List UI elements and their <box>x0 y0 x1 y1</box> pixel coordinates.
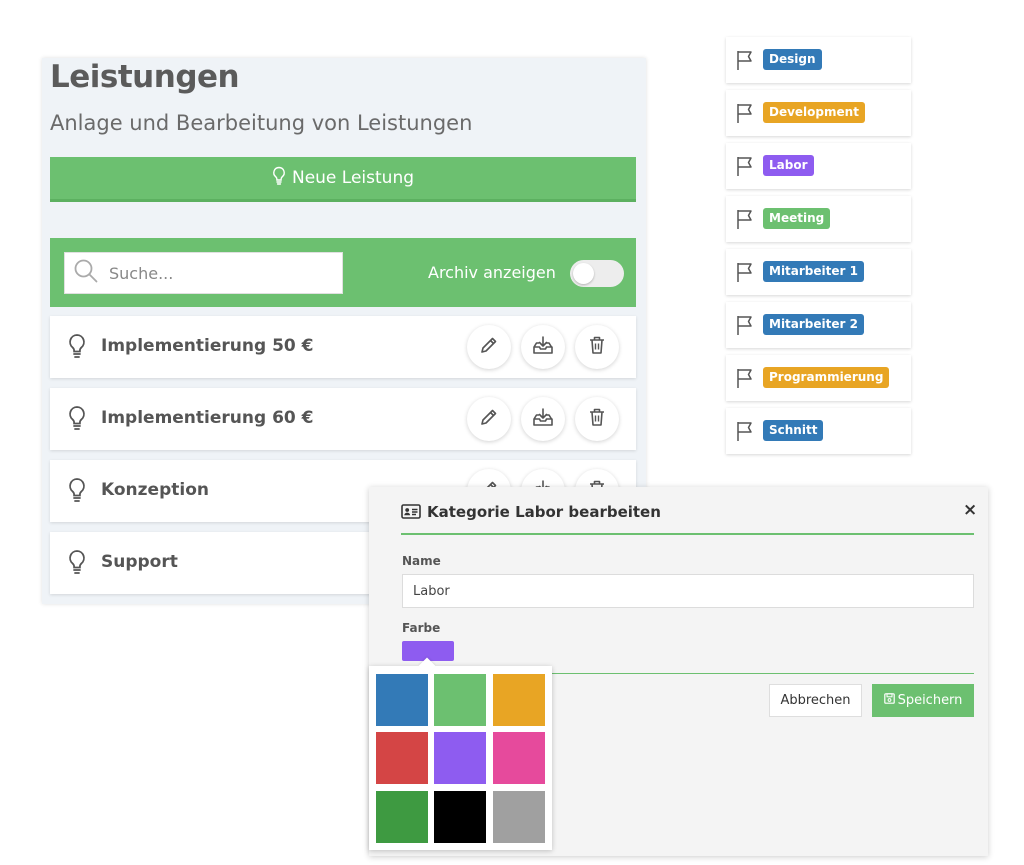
archive-tray-icon <box>532 335 554 359</box>
edit-button[interactable] <box>467 325 511 369</box>
name-label: Name <box>402 554 441 568</box>
color-option-dark-green[interactable] <box>376 791 428 843</box>
id-card-icon <box>401 504 421 523</box>
service-name: Konzeption <box>101 480 209 500</box>
new-service-label: Neue Leistung <box>291 168 415 188</box>
color-palette <box>369 657 552 850</box>
category-badge: Mitarbeiter 1 <box>763 261 864 282</box>
service-name: Support <box>101 552 178 572</box>
lightbulb-icon <box>272 166 286 191</box>
flag-icon <box>735 155 755 181</box>
category-badge: Meeting <box>763 208 831 229</box>
category-badge: Development <box>763 102 865 123</box>
archive-label: Archiv anzeigen <box>428 263 556 282</box>
pencil-icon <box>479 335 499 359</box>
search-box <box>64 252 343 294</box>
archive-toggle[interactable] <box>570 260 624 287</box>
category-item-schnitt[interactable]: Schnitt <box>726 408 911 454</box>
cancel-button[interactable]: Abbrechen <box>769 684 862 717</box>
flag-icon <box>735 102 755 128</box>
filter-bar: Archiv anzeigen <box>50 238 636 307</box>
flag-icon <box>735 420 755 446</box>
color-option-pink[interactable] <box>493 732 545 784</box>
save-icon <box>883 693 895 708</box>
delete-button[interactable] <box>575 325 619 369</box>
color-option-purple[interactable] <box>434 732 486 784</box>
category-item-mitarbeiter-2[interactable]: Mitarbeiter 2 <box>726 302 911 348</box>
category-badge: Mitarbeiter 2 <box>763 314 864 335</box>
category-item-programmierung[interactable]: Programmierung <box>726 355 911 401</box>
archive-button[interactable] <box>521 325 565 369</box>
category-item-meeting[interactable]: Meeting <box>726 196 911 242</box>
toggle-knob <box>573 263 594 284</box>
category-item-labor[interactable]: Labor <box>726 143 911 189</box>
color-option-red[interactable] <box>376 732 428 784</box>
service-row: Implementierung 60 € <box>50 388 636 450</box>
color-option-blue[interactable] <box>376 674 428 726</box>
lightbulb-icon <box>67 549 87 579</box>
save-label: Speichern <box>897 693 963 708</box>
modal-title: Kategorie Labor bearbeiten <box>427 503 661 521</box>
service-name: Implementierung 50 € <box>101 336 314 356</box>
category-item-design[interactable]: Design <box>726 37 911 83</box>
service-name: Implementierung 60 € <box>101 408 314 428</box>
lightbulb-icon <box>67 333 87 363</box>
category-badge: Programmierung <box>763 367 890 388</box>
category-badge: Design <box>763 49 822 70</box>
trash-icon <box>588 335 606 359</box>
service-row: Implementierung 50 € <box>50 316 636 378</box>
lightbulb-icon <box>67 405 87 435</box>
flag-icon <box>735 367 755 393</box>
flag-icon <box>735 49 755 75</box>
color-option-orange[interactable] <box>493 674 545 726</box>
archive-tray-icon <box>532 407 554 431</box>
category-item-mitarbeiter-1[interactable]: Mitarbeiter 1 <box>726 249 911 295</box>
flag-icon <box>735 314 755 340</box>
search-icon <box>73 258 99 288</box>
flag-icon <box>735 261 755 287</box>
category-badge: Schnitt <box>763 420 824 441</box>
lightbulb-icon <box>67 477 87 507</box>
color-option-gray[interactable] <box>493 791 545 843</box>
color-option-black[interactable] <box>434 791 486 843</box>
new-service-button[interactable]: Neue Leistung <box>50 157 636 202</box>
close-icon[interactable]: × <box>963 500 977 520</box>
save-button[interactable]: Speichern <box>872 684 974 717</box>
color-option-green[interactable] <box>434 674 486 726</box>
flag-icon <box>735 208 755 234</box>
name-input[interactable] <box>402 574 974 608</box>
category-item-development[interactable]: Development <box>726 90 911 136</box>
divider <box>401 533 974 535</box>
category-badge: Labor <box>763 155 814 176</box>
archive-button[interactable] <box>521 397 565 441</box>
search-input[interactable] <box>109 263 309 283</box>
trash-icon <box>588 407 606 431</box>
delete-button[interactable] <box>575 397 619 441</box>
page-subtitle: Anlage und Bearbeitung von Leistungen <box>50 111 473 135</box>
page-title: Leistungen <box>50 59 240 95</box>
edit-button[interactable] <box>467 397 511 441</box>
pencil-icon <box>479 407 499 431</box>
color-label: Farbe <box>402 621 441 635</box>
